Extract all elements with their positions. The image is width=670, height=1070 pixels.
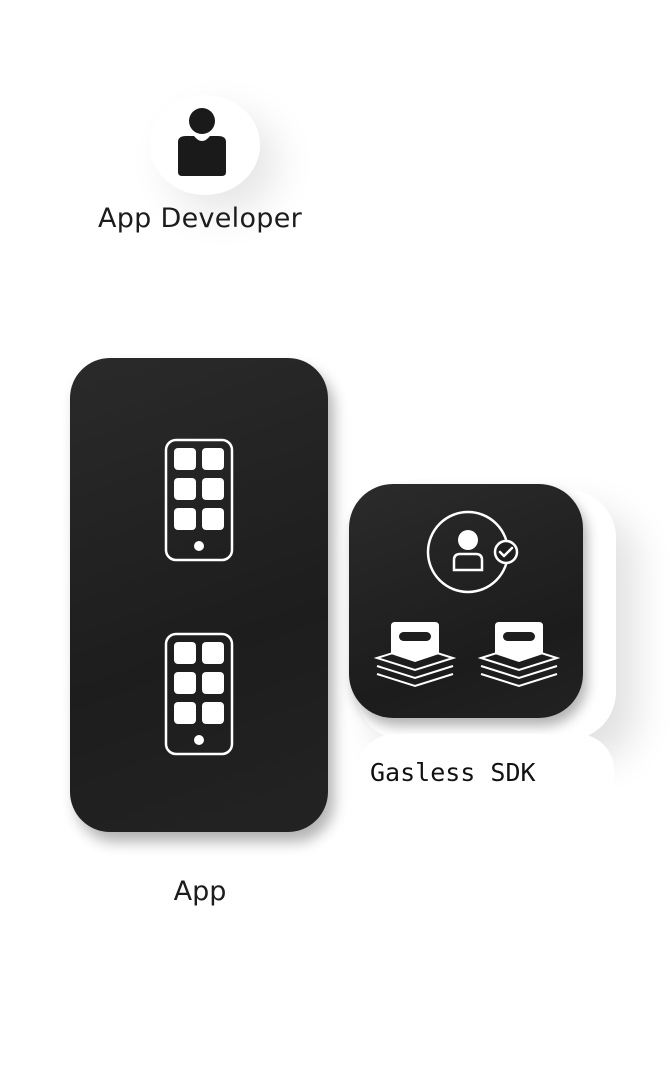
smartphone-apps-icon	[164, 632, 234, 756]
user-icon	[178, 108, 226, 176]
smartphone-apps-icon	[164, 438, 234, 562]
app-label: App	[173, 876, 227, 907]
token-stack-icon	[477, 622, 561, 688]
app-panel	[70, 358, 328, 832]
token-stack-icon	[373, 622, 457, 688]
verified-user-icon	[426, 510, 519, 594]
developer-label: App Developer	[97, 203, 303, 234]
sdk-label: Gasless SDK	[370, 758, 536, 787]
